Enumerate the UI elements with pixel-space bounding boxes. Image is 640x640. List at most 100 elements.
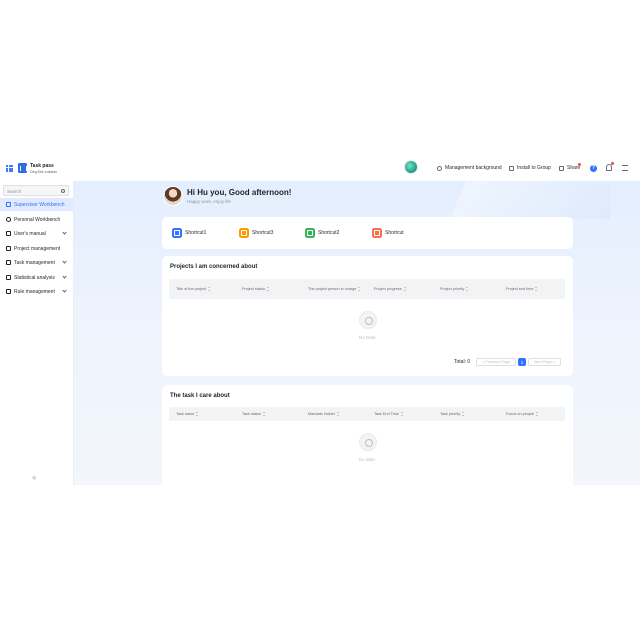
column-header[interactable]: Mandate Holder — [308, 407, 340, 421]
column-label: Task status — [242, 411, 261, 416]
sort-icon — [535, 287, 538, 291]
sidebar-item-project-management[interactable]: Project management — [0, 242, 73, 255]
greeting-subtitle: Happy work, enjoy life — [187, 199, 232, 204]
shortcut-icon — [372, 228, 382, 238]
book-icon — [6, 231, 11, 236]
column-label: Task End Time — [374, 411, 399, 416]
more-icon[interactable] — [622, 165, 628, 171]
sidebar-item-rule-management[interactable]: Rule management — [0, 285, 73, 298]
column-label: Title of the project — [176, 286, 207, 291]
column-label: Project status — [242, 286, 266, 291]
header-decoration — [450, 181, 610, 219]
column-label: Task priority — [440, 411, 461, 416]
search-icon[interactable] — [61, 189, 65, 193]
empty-icon — [359, 433, 377, 451]
sidebar-item-users-manual[interactable]: User's manual — [0, 227, 73, 240]
management-background-label: Management background — [445, 165, 502, 171]
column-header[interactable]: The project person in charge — [308, 279, 368, 299]
search-input[interactable]: Search — [3, 185, 69, 196]
sort-icon — [208, 287, 211, 291]
sort-icon — [337, 412, 340, 416]
share-icon — [559, 165, 564, 171]
management-background-button[interactable]: Management background — [437, 165, 502, 171]
column-header[interactable]: Project priority — [440, 279, 469, 299]
sidebar-item-label: Project management — [14, 245, 61, 252]
sidebar-item-label: Task management — [14, 259, 55, 266]
grid-small-icon — [509, 165, 514, 171]
column-label: Mandate Holder — [308, 411, 336, 416]
shortcut-label: Shortcut — [385, 230, 404, 236]
shortcut-2[interactable]: Shortcut2 — [305, 228, 339, 238]
sidebar-item-task-management[interactable]: Task management — [0, 256, 73, 269]
column-label: Task name — [176, 411, 195, 416]
app-subtitle: DingTalk suitable — [30, 170, 58, 174]
user-icon — [6, 217, 11, 222]
column-header[interactable]: Title of the project — [176, 279, 211, 299]
app-grid-icon[interactable] — [6, 165, 13, 172]
avatar — [163, 186, 183, 206]
search-placeholder: Search — [7, 189, 22, 194]
folder-icon — [6, 289, 11, 294]
total-count: Total: 0 — [454, 359, 471, 365]
column-label: Project end time — [506, 286, 534, 291]
sidebar-item-statistical-analysis[interactable]: Statistical analysis — [0, 271, 73, 284]
column-header[interactable]: Focus on people — [506, 407, 539, 421]
sidebar-item-label: Rule management — [14, 288, 55, 295]
next-page-button[interactable]: Next Page > — [528, 358, 561, 366]
app-window: Task pass DingTalk suitable Management b… — [0, 155, 640, 485]
help-icon[interactable]: ? — [590, 165, 597, 172]
column-label: The project person in charge — [308, 286, 357, 291]
column-header[interactable]: Task status — [242, 407, 265, 421]
previous-page-button[interactable]: < Previous Page — [476, 358, 516, 366]
install-to-group-label: Install to Group — [517, 165, 551, 171]
share-button[interactable]: Share — [559, 165, 580, 171]
shortcut-label: Shortcut3 — [252, 230, 274, 236]
chevron-down-icon — [62, 259, 67, 264]
folder-icon — [6, 260, 11, 265]
column-header[interactable]: Project progress — [374, 279, 406, 299]
org-avatar[interactable] — [404, 160, 418, 174]
main-content: Hi Hu you, Good afternoon! Happy work, e… — [74, 181, 640, 485]
empty-icon — [359, 311, 377, 329]
column-label: Project priority — [440, 286, 465, 291]
column-header[interactable]: Task priority — [440, 407, 465, 421]
column-header[interactable]: Project end time — [506, 279, 538, 299]
tasks-card: The task I care about Task name Task sta… — [162, 385, 573, 485]
sort-icon — [466, 287, 469, 291]
sidebar-item-label: Personal Workbench — [14, 216, 61, 223]
tasks-table-header: Task name Task status Mandate Holder Tas… — [169, 407, 565, 421]
column-header[interactable]: Task End Time — [374, 407, 403, 421]
sidebar-item-personal-workbench[interactable]: Personal Workbench — [0, 213, 73, 226]
collapse-sidebar-button[interactable]: ‹|› — [32, 475, 36, 480]
chevron-down-icon — [62, 288, 67, 293]
empty-text: No Data — [359, 335, 376, 340]
chevron-down-icon — [62, 274, 67, 279]
shortcut-label: Shortcut2 — [318, 230, 340, 236]
column-header[interactable]: Project status — [242, 279, 270, 299]
shortcuts-card: Shortcut1 Shortcut3 Shortcut2 Shortcut — [162, 217, 573, 249]
page-number-button[interactable]: 1 — [518, 358, 526, 366]
sidebar-item-supervisor-workbench[interactable]: Supervisor Workbench — [0, 198, 73, 211]
sidebar-item-label: Supervisor Workbench — [14, 201, 65, 208]
shortcut-3[interactable]: Shortcut3 — [239, 228, 273, 238]
shortcut-4[interactable]: Shortcut — [372, 228, 404, 238]
bell-notification-dot — [611, 162, 614, 165]
sidebar-item-label: User's manual — [14, 230, 46, 237]
settings-icon — [437, 165, 442, 171]
shortcut-1[interactable]: Shortcut1 — [172, 228, 206, 238]
sort-icon — [196, 412, 199, 416]
column-label: Project progress — [374, 286, 402, 291]
install-to-group-button[interactable]: Install to Group — [509, 165, 551, 171]
sidebar-item-label: Statistical analysis — [14, 274, 55, 281]
bell-icon[interactable] — [606, 164, 612, 171]
sort-icon — [400, 412, 403, 416]
app-logo — [18, 163, 27, 173]
shortcut-label: Shortcut1 — [185, 230, 207, 236]
sort-icon — [536, 412, 539, 416]
top-bar: Task pass DingTalk suitable Management b… — [0, 155, 640, 181]
column-header[interactable]: Task name — [176, 407, 199, 421]
sort-icon — [462, 412, 465, 416]
greeting-title: Hi Hu you, Good afternoon! — [187, 188, 292, 197]
shortcut-icon — [305, 228, 315, 238]
project-icon — [6, 246, 11, 251]
